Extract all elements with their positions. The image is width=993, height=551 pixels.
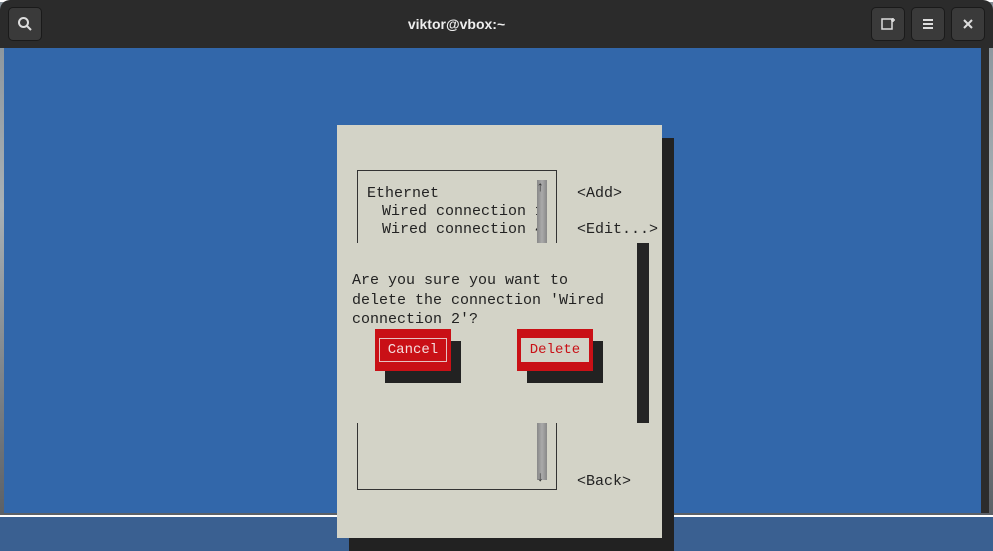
back-button[interactable]: <Back> — [577, 473, 631, 490]
delete-button-label: Delete — [521, 338, 589, 362]
window-title: viktor@vbox:~ — [42, 16, 871, 32]
confirm-delete-dialog: Are you sure you want to delete the conn… — [337, 243, 637, 423]
new-tab-icon — [880, 16, 896, 32]
connection-item[interactable]: Wired connection 1 — [382, 203, 544, 220]
scroll-up-arrow[interactable]: ↑ — [536, 180, 544, 196]
new-tab-button[interactable] — [871, 7, 905, 41]
search-button[interactable] — [8, 7, 42, 41]
terminal-content: Ethernet Wired connection 1 Wired connec… — [4, 48, 989, 513]
connection-item[interactable]: Wired connection 4 — [382, 221, 544, 238]
close-icon — [960, 16, 976, 32]
terminal-scrollbar[interactable] — [981, 48, 989, 513]
delete-button[interactable]: Delete — [517, 329, 593, 371]
cancel-button-label: Cancel — [379, 338, 447, 362]
window-titlebar: viktor@vbox:~ — [0, 0, 993, 48]
cancel-button[interactable]: Cancel — [375, 329, 451, 371]
add-button[interactable]: <Add> — [577, 185, 622, 202]
connection-type-heading: Ethernet — [367, 185, 439, 202]
menu-button[interactable] — [911, 7, 945, 41]
close-button[interactable] — [951, 7, 985, 41]
dialog-message: Are you sure you want to delete the conn… — [352, 271, 622, 330]
hamburger-icon — [920, 16, 936, 32]
search-icon — [17, 16, 33, 32]
scroll-down-arrow[interactable]: ↓ — [536, 470, 544, 486]
edit-button[interactable]: <Edit...> — [577, 221, 658, 238]
